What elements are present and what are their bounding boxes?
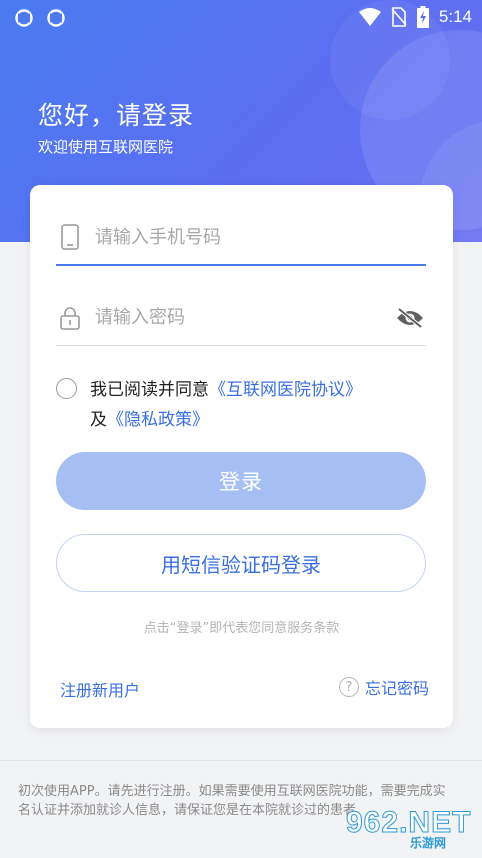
terms-hint: 点击“登录”即代表您同意服务条款 (143, 621, 340, 636)
phone-field[interactable] (56, 210, 426, 266)
sync-icon (47, 9, 65, 27)
hospital-agreement-link[interactable]: 《互联网医院协议》 (209, 380, 362, 400)
sms-login-button[interactable]: 用短信验证码登录 (56, 534, 426, 592)
agree-checkbox[interactable] (56, 378, 77, 399)
watermark-site: 乐游网 (410, 836, 447, 850)
page-title: 您好，请登录 (38, 101, 195, 130)
forgot-password-label: 忘记密码 (364, 679, 429, 698)
page-subtitle: 欢迎使用互联网医院 (38, 138, 174, 156)
sync-icon (15, 9, 33, 27)
forgot-password-link[interactable]: ? 忘记密码 (338, 675, 429, 699)
divider (0, 760, 482, 761)
privacy-policy-link[interactable]: 《隐私政策》 (107, 410, 209, 430)
phone-input[interactable] (95, 226, 385, 248)
agree-prefix: 我已阅读并同意 (90, 380, 209, 400)
password-field[interactable] (56, 290, 426, 346)
eye-off-icon[interactable] (394, 304, 426, 332)
agree-and: 及 (90, 410, 107, 430)
login-card: 我已阅读并同意《互联网医院协议》 及《隐私政策》 登录 用短信验证码登录 点击“… (30, 185, 453, 728)
lock-icon (56, 304, 84, 332)
watermark-logo: 962.NET 乐游网 (345, 806, 474, 854)
watermark-number: 962.NET (345, 806, 472, 840)
no-sim-icon (391, 7, 407, 27)
status-bar: 5:14 (0, 0, 482, 36)
password-input[interactable] (95, 307, 385, 328)
register-link[interactable]: 注册新用户 (60, 677, 140, 701)
agreement-text: 我已阅读并同意《互联网医院协议》 及《隐私政策》 (90, 375, 430, 435)
battery-charging-icon (416, 6, 429, 28)
question-icon: ? (338, 677, 359, 697)
wifi-icon (358, 8, 381, 26)
login-button[interactable]: 登录 (56, 452, 426, 510)
phone-icon (56, 223, 84, 251)
status-time: 5:14 (438, 7, 472, 26)
